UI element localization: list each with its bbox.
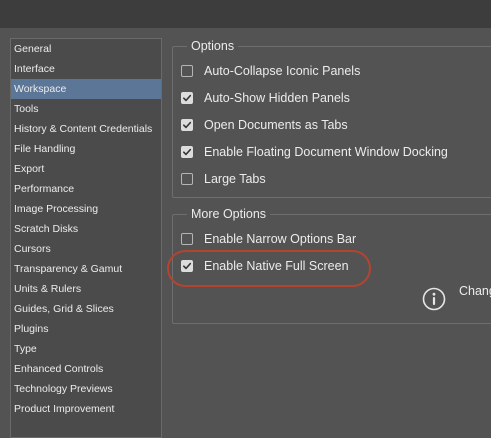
narrow-options-bar-label: Enable Narrow Options Bar (204, 232, 357, 246)
large-tabs-checkbox[interactable] (181, 173, 193, 185)
floating-docking-label: Enable Floating Document Window Docking (204, 145, 448, 159)
checkmark-icon (183, 94, 192, 102)
open-docs-tabs-label: Open Documents as Tabs (204, 118, 348, 132)
sidebar-item-file-handling[interactable]: File Handling (11, 139, 161, 159)
sidebar-item-interface[interactable]: Interface (11, 59, 161, 79)
narrow-options-bar-row[interactable]: Enable Narrow Options Bar (181, 230, 356, 248)
large-tabs-row[interactable]: Large Tabs (181, 170, 266, 188)
options-title: Options (187, 38, 239, 54)
sidebar-item-cursors[interactable]: Cursors (11, 239, 161, 259)
auto-show-checkbox[interactable] (181, 92, 193, 104)
checkmark-icon (183, 148, 192, 156)
info-text: Chang (459, 284, 491, 298)
floating-docking-row[interactable]: Enable Floating Document Window Docking (181, 143, 448, 161)
sidebar-item-export[interactable]: Export (11, 159, 161, 179)
sidebar-item-scratch-disks[interactable]: Scratch Disks (11, 219, 161, 239)
sidebar-item-history[interactable]: History & Content Credentials (11, 119, 161, 139)
sidebar-item-transparency[interactable]: Transparency & Gamut (11, 259, 161, 279)
more-options-title: More Options (187, 206, 271, 222)
sidebar-item-enhanced-controls[interactable]: Enhanced Controls (11, 359, 161, 379)
sidebar-item-workspace[interactable]: Workspace (11, 79, 161, 99)
open-docs-tabs-row[interactable]: Open Documents as Tabs (181, 116, 348, 134)
window-title-bar (0, 0, 491, 28)
sidebar-item-type[interactable]: Type (11, 339, 161, 359)
sidebar-item-technology-previews[interactable]: Technology Previews (11, 379, 161, 399)
auto-show-label: Auto-Show Hidden Panels (204, 91, 350, 105)
auto-collapse-row[interactable]: Auto-Collapse Iconic Panels (181, 62, 360, 80)
auto-collapse-label: Auto-Collapse Iconic Panels (204, 64, 361, 78)
sidebar-item-tools[interactable]: Tools (11, 99, 161, 119)
sidebar-item-guides-grid[interactable]: Guides, Grid & Slices (11, 299, 161, 319)
floating-docking-checkbox[interactable] (181, 146, 193, 158)
open-docs-tabs-checkbox[interactable] (181, 119, 193, 131)
auto-collapse-checkbox[interactable] (181, 65, 193, 77)
info-icon (422, 287, 446, 311)
sidebar-item-plugins[interactable]: Plugins (11, 319, 161, 339)
sidebar-item-product-improvement[interactable]: Product Improvement (11, 399, 161, 419)
checkmark-icon (183, 121, 192, 129)
sidebar-item-image-processing[interactable]: Image Processing (11, 199, 161, 219)
auto-show-row[interactable]: Auto-Show Hidden Panels (181, 89, 350, 107)
sidebar-item-performance[interactable]: Performance (11, 179, 161, 199)
sidebar-item-units-rulers[interactable]: Units & Rulers (11, 279, 161, 299)
narrow-options-bar-checkbox[interactable] (181, 233, 193, 245)
preferences-sidebar: General Interface Workspace Tools Histor… (10, 38, 162, 438)
highlight-annotation (167, 250, 371, 287)
sidebar-item-general[interactable]: General (11, 39, 161, 59)
large-tabs-label: Large Tabs (204, 172, 266, 186)
